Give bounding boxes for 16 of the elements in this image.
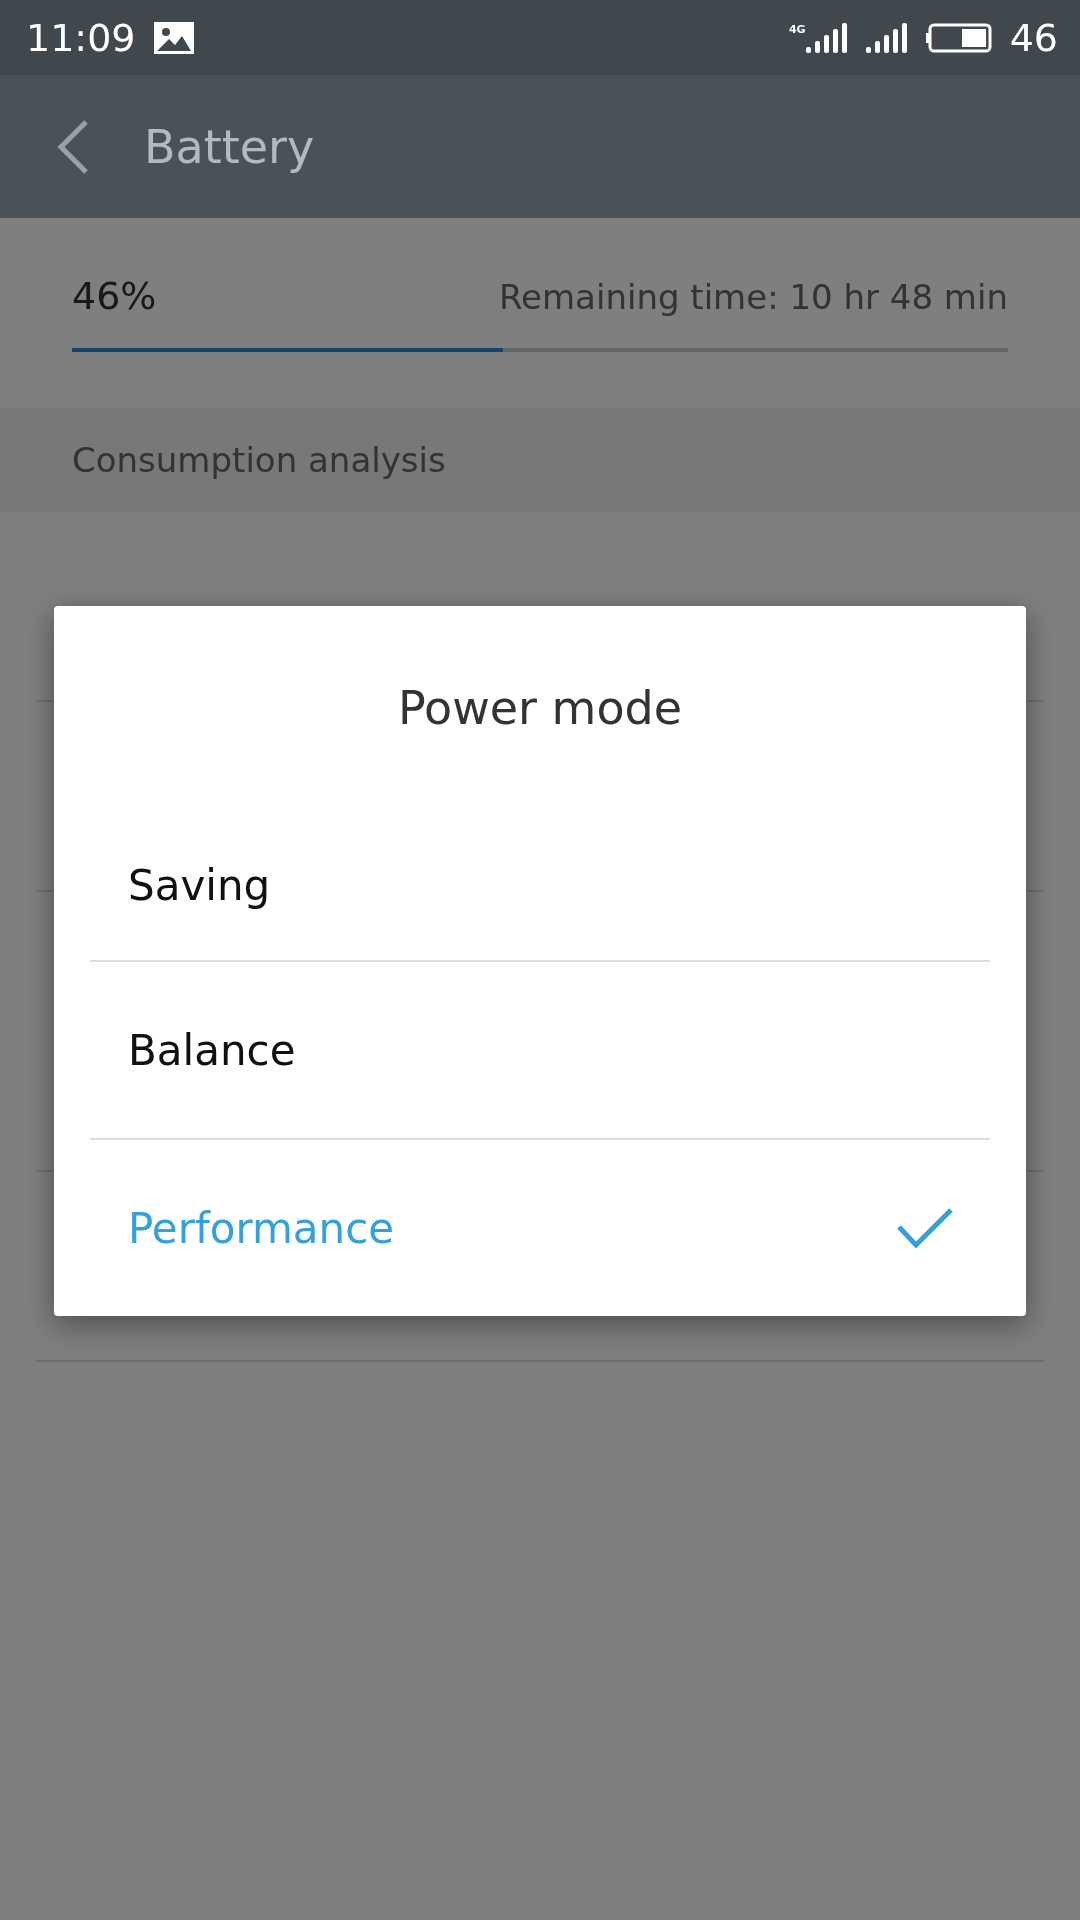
remaining-time: Remaining time: 10 hr 48 min — [498, 277, 1008, 317]
checkmark-icon — [896, 1207, 954, 1249]
battery-percent: 46 — [1009, 15, 1058, 60]
network-type-label: 4G — [788, 22, 806, 36]
image-icon — [153, 21, 194, 54]
dialog-title: Power mode — [397, 681, 683, 735]
mode-option[interactable]: Balance — [90, 960, 990, 1138]
status-time: 11:09 — [26, 15, 136, 60]
signal-icon — [865, 22, 908, 53]
screen-title: Battery — [144, 119, 315, 174]
signal-icon — [805, 22, 848, 53]
back-icon[interactable] — [56, 118, 90, 175]
mode-option[interactable]: Saving — [90, 810, 990, 960]
battery-icon — [925, 22, 992, 53]
battery-level-text: 46% — [72, 274, 157, 318]
section-header: Consumption analysis — [72, 440, 446, 480]
